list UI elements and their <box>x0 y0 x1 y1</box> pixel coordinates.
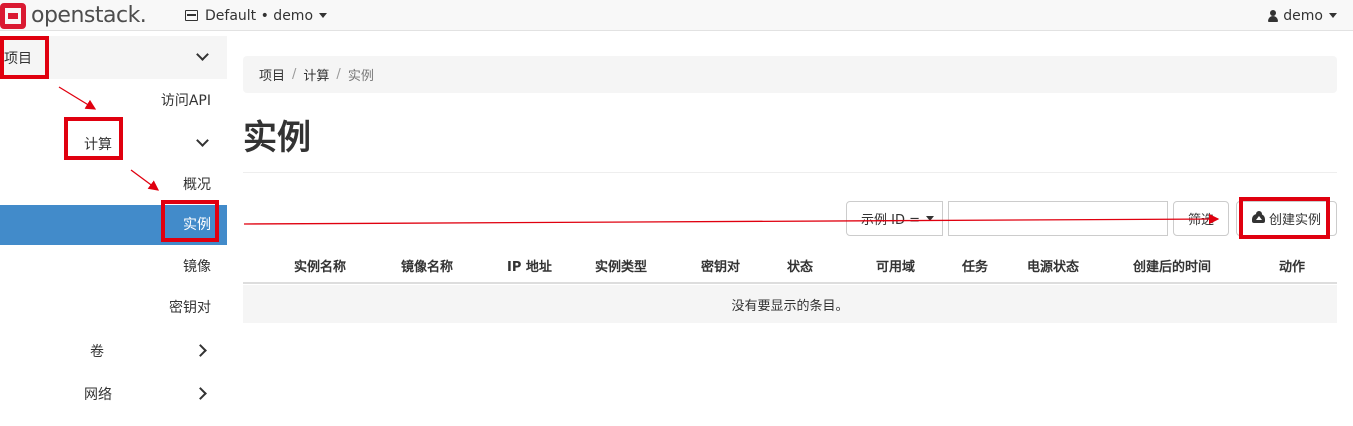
column-header-image-name[interactable]: 镜像名称 <box>401 256 453 275</box>
column-header-actions: 动作 <box>1279 260 1306 275</box>
annotation-box-project <box>0 36 49 79</box>
breadcrumb-item-instances: 实例 <box>347 69 374 84</box>
annotation-box-compute <box>64 117 123 160</box>
page-title: 实例 <box>243 118 311 158</box>
column-header-status[interactable]: 状态 <box>787 256 813 275</box>
breadcrumb-item-compute[interactable]: 计算 <box>303 65 329 84</box>
column-header-ip-address[interactable]: IP 地址 <box>507 256 552 275</box>
header-divider <box>243 172 1337 173</box>
filter-field-label: 示例 ID = <box>861 213 921 228</box>
column-header-availability-zone[interactable]: 可用域 <box>876 256 915 275</box>
filter-button[interactable]: 筛选 <box>1173 201 1229 236</box>
annotation-box-create-instance <box>1239 197 1330 239</box>
project-picker-label: Default • demo <box>205 7 314 24</box>
breadcrumb: 项目 / 计算 / 实例 <box>243 56 1337 93</box>
user-menu-dropdown[interactable]: demo <box>1268 0 1337 31</box>
table-header: 实例名称 镜像名称 IP 地址 实例类型 密钥对 状态 可用域 任务 电源状态 … <box>243 245 1337 284</box>
breadcrumb-item-project[interactable]: 项目 <box>259 65 285 84</box>
caret-down-icon <box>319 13 328 18</box>
chevron-right-icon <box>194 344 207 357</box>
openstack-logo-icon <box>0 2 26 29</box>
column-header-power-state[interactable]: 电源状态 <box>1027 256 1079 275</box>
top-navbar: openstack. Default • demo demo <box>0 0 1353 31</box>
breadcrumb-separator: / <box>292 67 297 82</box>
caret-down-icon <box>1329 13 1337 18</box>
table-empty-row: 没有要显示的条目。 <box>243 285 1337 323</box>
sidebar-item-label: 概况 <box>183 177 211 193</box>
sidebar-item-overview[interactable]: 概况 <box>0 172 227 202</box>
project-icon <box>185 10 198 21</box>
logo-text: openstack. <box>31 3 147 28</box>
user-name: demo <box>1283 7 1323 24</box>
user-icon <box>1268 9 1279 22</box>
sidebar-item-network[interactable]: 网络 <box>0 379 227 409</box>
sidebar-item-access-api[interactable]: 访问API <box>0 88 227 118</box>
column-header-task[interactable]: 任务 <box>962 256 988 275</box>
chevron-down-icon <box>196 48 209 61</box>
breadcrumb-separator: / <box>336 67 341 82</box>
column-header-flavor[interactable]: 实例类型 <box>595 256 647 275</box>
annotation-box-instances <box>161 200 219 242</box>
column-header-age[interactable]: 创建后的时间 <box>1133 256 1211 275</box>
sidebar-item-label: 卷 <box>90 344 104 360</box>
sidebar-item-images[interactable]: 镜像 <box>0 254 227 284</box>
column-header-key-pair[interactable]: 密钥对 <box>701 256 740 275</box>
sidebar-item-label: 密钥对 <box>169 300 211 316</box>
column-header-instance-name[interactable]: 实例名称 <box>294 256 346 275</box>
sidebar-item-label: 访问API <box>160 93 211 109</box>
project-picker-dropdown[interactable]: Default • demo <box>185 0 328 31</box>
chevron-down-icon <box>196 134 209 147</box>
caret-down-icon <box>926 216 935 221</box>
sidebar-item-label: 镜像 <box>183 259 211 275</box>
sidebar-item-key-pairs[interactable]: 密钥对 <box>0 295 227 325</box>
openstack-logo[interactable]: openstack. <box>0 0 147 31</box>
chevron-right-icon <box>194 387 207 400</box>
sidebar-item-label: 网络 <box>84 387 112 403</box>
filter-input[interactable] <box>948 201 1168 236</box>
filter-field-dropdown[interactable]: 示例 ID = <box>846 201 943 236</box>
sidebar-item-volumes[interactable]: 卷 <box>0 336 227 366</box>
